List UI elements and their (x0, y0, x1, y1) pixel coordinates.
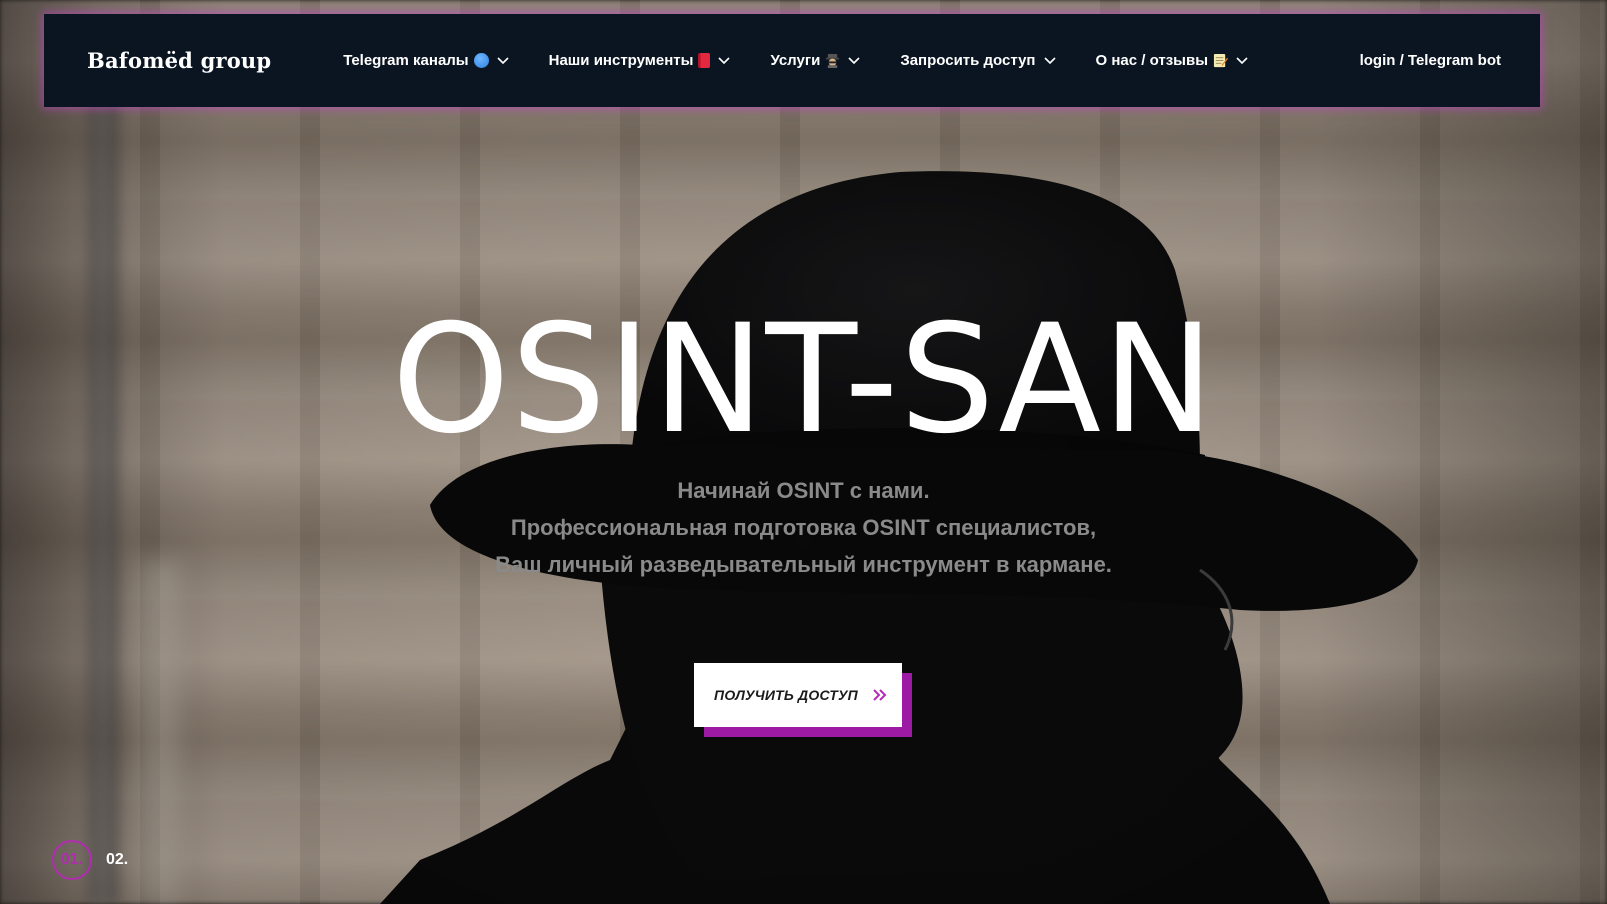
menu-item-label: Наши инструменты (548, 52, 694, 69)
menu-item-request-access[interactable]: Запросить доступ (900, 52, 1056, 69)
hero-subtitle-line: Профессиональная подготовка OSINT специа… (510, 515, 1097, 540)
chevron-down-icon (497, 56, 509, 65)
get-access-button-wrap: ПОЛУЧИТЬ ДОСТУП (694, 663, 912, 737)
slider-pagination: 01. 02. (52, 840, 128, 880)
get-access-button-label: ПОЛУЧИТЬ ДОСТУП (714, 687, 858, 703)
menu-item-our-tools[interactable]: Наши инструменты (549, 52, 731, 69)
red-book-icon (698, 53, 711, 68)
slide-indicator-next[interactable]: 02. (106, 851, 128, 869)
memo-icon (1213, 53, 1229, 68)
menu-item-about-reviews[interactable]: О нас / отзывы (1096, 52, 1249, 69)
site-logo[interactable]: Bafomëd group (87, 48, 271, 73)
hero-title: OSINT-SAN (391, 293, 1216, 467)
double-chevron-right-icon (872, 688, 888, 702)
menu-item-services[interactable]: Услуги (770, 52, 860, 69)
chevron-down-icon (1043, 56, 1056, 65)
slide-indicator-active[interactable]: 01. (52, 840, 92, 880)
hero-subtitle-line: Ваш личный разведывательный инструмент в… (495, 552, 1112, 577)
menu-item-telegram-channels[interactable]: Telegram каналы (343, 52, 509, 69)
hero-subtitle-line: Начинай OSINT с нами. (677, 478, 930, 503)
spy-icon (825, 53, 840, 68)
menu-item-label: Telegram каналы (343, 52, 469, 69)
login-telegram-bot-link[interactable]: login / Telegram bot (1360, 52, 1501, 69)
menu-item-label: Услуги (770, 52, 821, 69)
chevron-down-icon (1236, 56, 1248, 65)
hero-subtitle: Начинай OSINT с нами. Профессиональная п… (0, 472, 1607, 583)
page: Bafomëd group Telegram каналы Наши инстр… (0, 0, 1607, 904)
chevron-down-icon (848, 56, 860, 65)
chevron-down-icon (718, 56, 731, 65)
menu-item-label: Запросить доступ (900, 52, 1036, 69)
main-menu: Telegram каналы Наши инструменты Услуги (343, 52, 1359, 69)
blue-circle-icon (473, 53, 489, 68)
slide-number: 01. (60, 851, 84, 868)
get-access-button[interactable]: ПОЛУЧИТЬ ДОСТУП (694, 663, 902, 727)
menu-item-label: О нас / отзывы (1095, 52, 1209, 69)
top-navbar: Bafomëd group Telegram каналы Наши инстр… (44, 14, 1540, 107)
